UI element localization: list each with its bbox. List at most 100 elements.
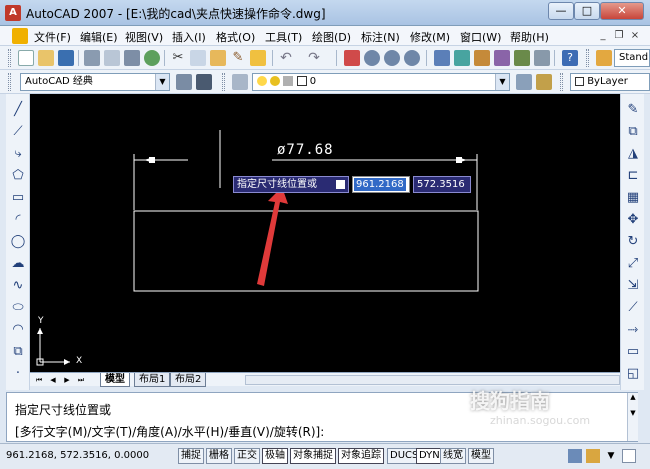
stretch-icon[interactable]: ⇲	[625, 278, 641, 294]
calculator-icon[interactable]	[534, 50, 550, 66]
workspace-save-icon[interactable]	[196, 74, 212, 90]
polygon-icon[interactable]: ⬠	[10, 168, 26, 184]
insert-block-icon[interactable]: ⧉	[10, 344, 26, 360]
move-icon[interactable]: ✥	[625, 212, 641, 228]
status-menu-chevron-icon[interactable]: ▼	[604, 449, 618, 463]
tool-palettes-icon[interactable]	[474, 50, 490, 66]
menu-insert[interactable]: 插入(I)	[172, 29, 206, 45]
text-style-icon[interactable]	[596, 50, 612, 66]
clean-screen-icon[interactable]	[622, 449, 636, 463]
document-icon[interactable]	[12, 28, 28, 44]
menu-tools[interactable]: 工具(T)	[265, 29, 302, 45]
mdi-close-button[interactable]: ×	[628, 29, 642, 43]
ellipse-arc-icon[interactable]: ◠	[10, 322, 26, 338]
workspace-combo[interactable]: AutoCAD 经典 ▼	[20, 73, 170, 91]
erase-icon[interactable]: ✎	[625, 102, 641, 118]
toolbar-grip[interactable]	[222, 73, 225, 91]
undo-icon[interactable]: ↶	[278, 50, 294, 66]
web-publish-icon[interactable]	[144, 50, 160, 66]
osnap-button[interactable]: 对象捕捉	[290, 448, 336, 464]
chamfer-icon[interactable]: ◱	[625, 366, 641, 382]
maximize-button[interactable]: □	[574, 2, 600, 20]
copy-icon[interactable]	[190, 50, 206, 66]
array-icon[interactable]: ▦	[625, 190, 641, 206]
new-file-icon[interactable]	[18, 50, 34, 66]
toolbar-grip[interactable]	[586, 49, 589, 67]
copy-object-icon[interactable]: ⧉	[625, 124, 641, 140]
first-tab-icon[interactable]: ⏮	[34, 375, 44, 385]
match-properties-icon[interactable]: ✎	[230, 50, 246, 66]
redo-icon[interactable]: ↷	[306, 50, 322, 66]
workspace-settings-icon[interactable]	[176, 74, 192, 90]
pan-icon[interactable]	[344, 50, 360, 66]
grid-button[interactable]: 栅格	[206, 448, 232, 464]
otrack-button[interactable]: 对象追踪	[338, 448, 384, 464]
rectangle-icon[interactable]: ▭	[10, 190, 26, 206]
last-tab-icon[interactable]: ⏭	[76, 375, 86, 385]
chevron-down-icon[interactable]: ▼	[155, 74, 169, 90]
zoom-previous-icon[interactable]	[404, 50, 420, 66]
save-icon[interactable]	[58, 50, 74, 66]
mirror-icon[interactable]: ◮	[625, 146, 641, 162]
extend-icon[interactable]: ⤑	[625, 322, 641, 338]
make-object-layer-current-icon[interactable]	[516, 74, 532, 90]
zoom-realtime-icon[interactable]	[364, 50, 380, 66]
cut-icon[interactable]: ✂	[170, 50, 186, 66]
ellipse-icon[interactable]: ⬭	[10, 300, 26, 316]
dyn-button[interactable]: DYN	[416, 448, 443, 464]
point-icon[interactable]: ·	[10, 366, 26, 382]
minimize-button[interactable]: —	[548, 2, 574, 20]
layer-manager-icon[interactable]	[232, 74, 248, 90]
lineweight-button[interactable]: 线宽	[440, 448, 466, 464]
circle-icon[interactable]: ◯	[10, 234, 26, 250]
snap-button[interactable]: 捕捉	[178, 448, 204, 464]
publish-icon[interactable]	[124, 50, 140, 66]
scale-icon[interactable]: ⤢	[625, 256, 641, 272]
open-file-icon[interactable]	[38, 50, 54, 66]
print-icon[interactable]	[84, 50, 100, 66]
toolbar-grip[interactable]	[8, 73, 11, 91]
model-space-button[interactable]: 模型	[468, 448, 494, 464]
color-combo[interactable]: ByLayer	[570, 73, 650, 91]
zoom-window-icon[interactable]	[384, 50, 400, 66]
design-center-icon[interactable]	[454, 50, 470, 66]
menu-draw[interactable]: 绘图(D)	[312, 29, 351, 45]
line-icon[interactable]: ╱	[10, 102, 26, 118]
next-tab-icon[interactable]: ▶	[62, 375, 72, 385]
menu-file[interactable]: 文件(F)	[34, 29, 71, 45]
offset-icon[interactable]: ⊏	[625, 168, 641, 184]
command-prompt-line[interactable]: [多行文字(M)/文字(T)/角度(A)/水平(H)/垂直(V)/旋转(R)]:	[15, 423, 324, 440]
tab-layout1[interactable]: 布局1	[134, 373, 171, 387]
paste-icon[interactable]	[210, 50, 226, 66]
properties-icon[interactable]	[434, 50, 450, 66]
sheet-set-icon[interactable]	[494, 50, 510, 66]
lock-toolbar-icon[interactable]	[586, 449, 600, 463]
trim-icon[interactable]: ⟋	[625, 300, 641, 316]
help-icon[interactable]: ?	[562, 50, 578, 66]
menu-modify[interactable]: 修改(M)	[410, 29, 450, 45]
text-style-combo[interactable]: Stand	[614, 49, 650, 67]
communication-center-icon[interactable]	[568, 449, 582, 463]
chevron-down-icon[interactable]: ▼	[495, 74, 509, 90]
construction-line-icon[interactable]: ⟋	[10, 124, 26, 140]
revision-cloud-icon[interactable]: ☁	[10, 256, 26, 272]
menu-window[interactable]: 窗口(W)	[460, 29, 501, 45]
drawing-canvas[interactable]: Y X ø77.68 指定尺寸线位置或 961.2168 572.3516	[30, 94, 620, 372]
menu-dimension[interactable]: 标注(N)	[361, 29, 400, 45]
break-icon[interactable]: ▭	[625, 344, 641, 360]
polar-button[interactable]: 极轴	[262, 448, 288, 464]
menu-view[interactable]: 视图(V)	[125, 29, 163, 45]
command-scrollbar[interactable]: ▲ ▼	[627, 393, 638, 441]
arc-icon[interactable]: ◜	[10, 212, 26, 228]
rotate-icon[interactable]: ↻	[625, 234, 641, 250]
dynamic-input-x-field[interactable]: 961.2168	[352, 176, 410, 193]
mdi-minimize-button[interactable]: _	[596, 29, 610, 43]
spline-icon[interactable]: ∿	[10, 278, 26, 294]
dynamic-input-options-icon[interactable]	[336, 180, 345, 189]
toolbar-grip[interactable]	[8, 49, 11, 67]
polyline-icon[interactable]: ⤷	[10, 146, 26, 162]
ortho-button[interactable]: 正交	[234, 448, 260, 464]
tab-layout2[interactable]: 布局2	[170, 373, 207, 387]
print-preview-icon[interactable]	[104, 50, 120, 66]
tab-model[interactable]: 模型	[100, 373, 130, 387]
